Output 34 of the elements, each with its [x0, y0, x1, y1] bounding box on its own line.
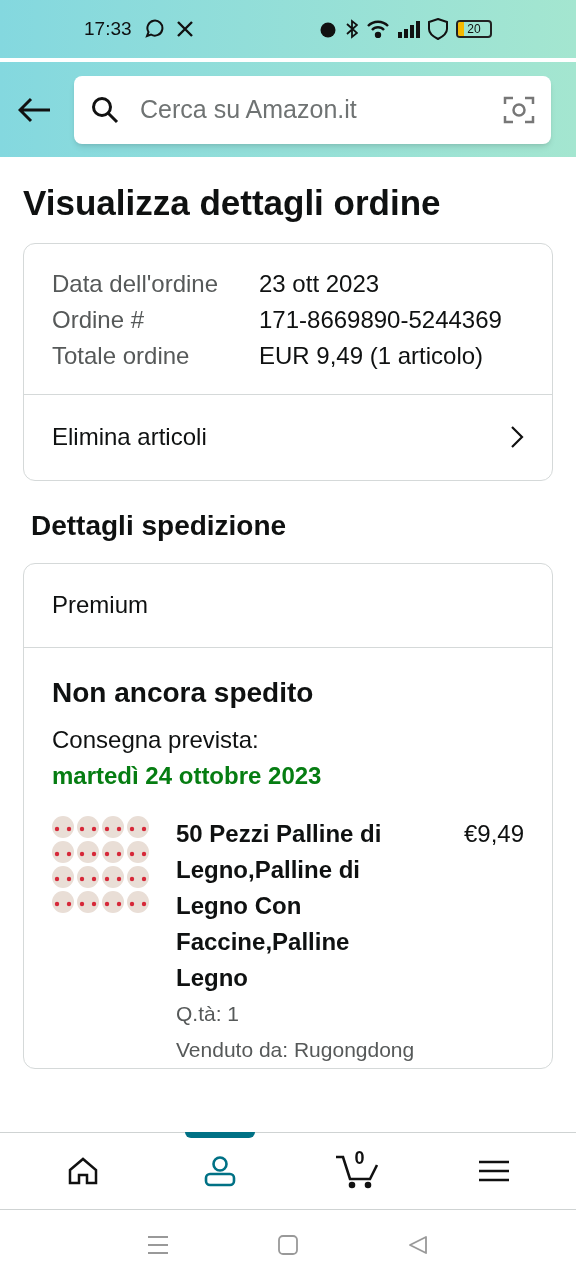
signal-icon [398, 20, 420, 38]
x-logo-icon [175, 20, 194, 38]
product-price: €9,49 [463, 818, 524, 849]
wifi-icon [366, 20, 390, 38]
summary-value: 171-8669890-5244369 [259, 304, 503, 335]
search-bar[interactable]: Cerca su Amazon.it [74, 75, 551, 144]
section-heading: Dettagli spedizione [31, 508, 288, 543]
search-icon [90, 94, 120, 125]
summary-label: Data dell'ordine [52, 268, 220, 299]
seller-name: Venduto da: Rugongdong [176, 1036, 416, 1063]
shipping-method: Premium [52, 590, 148, 621]
chevron-right-icon [510, 425, 524, 450]
shipment-status: Non ancora spedito [52, 675, 315, 710]
summary-label: Totale ordine [52, 340, 191, 371]
delivery-date: martedì 24 ottobre 2023 [52, 760, 323, 791]
summary-label: Ordine # [52, 304, 146, 335]
recent-apps-icon[interactable] [148, 1235, 168, 1255]
shield-icon [428, 18, 448, 40]
page-title: Visualizza dettagli ordine [23, 182, 442, 224]
chat-bubble-icon [143, 19, 164, 39]
battery-icon: 20 [456, 20, 492, 38]
summary-value: 23 ott 2023 [259, 268, 381, 299]
search-field[interactable]: Cerca su Amazon.it [140, 90, 483, 129]
product-title[interactable]: 50 Pezzi Palline di Legno,Palline di Legno Con Faccine,Palline Legno [176, 815, 411, 996]
back-arrow-icon[interactable] [18, 96, 52, 123]
delete-items-link[interactable]: Elimina articoli [24, 393, 552, 480]
bluetooth-icon [346, 19, 358, 39]
summary-value: EUR 9,49 (1 articolo) [259, 340, 485, 371]
cart-count: 0 [354, 1149, 365, 1167]
product-quantity: Q.tà: 1 [176, 1000, 241, 1027]
delivery-label: Consegna prevista: [52, 724, 260, 755]
status-time: 17:33 [84, 16, 132, 41]
back-triangle-icon[interactable] [408, 1235, 428, 1255]
home-square-icon[interactable] [278, 1235, 298, 1255]
